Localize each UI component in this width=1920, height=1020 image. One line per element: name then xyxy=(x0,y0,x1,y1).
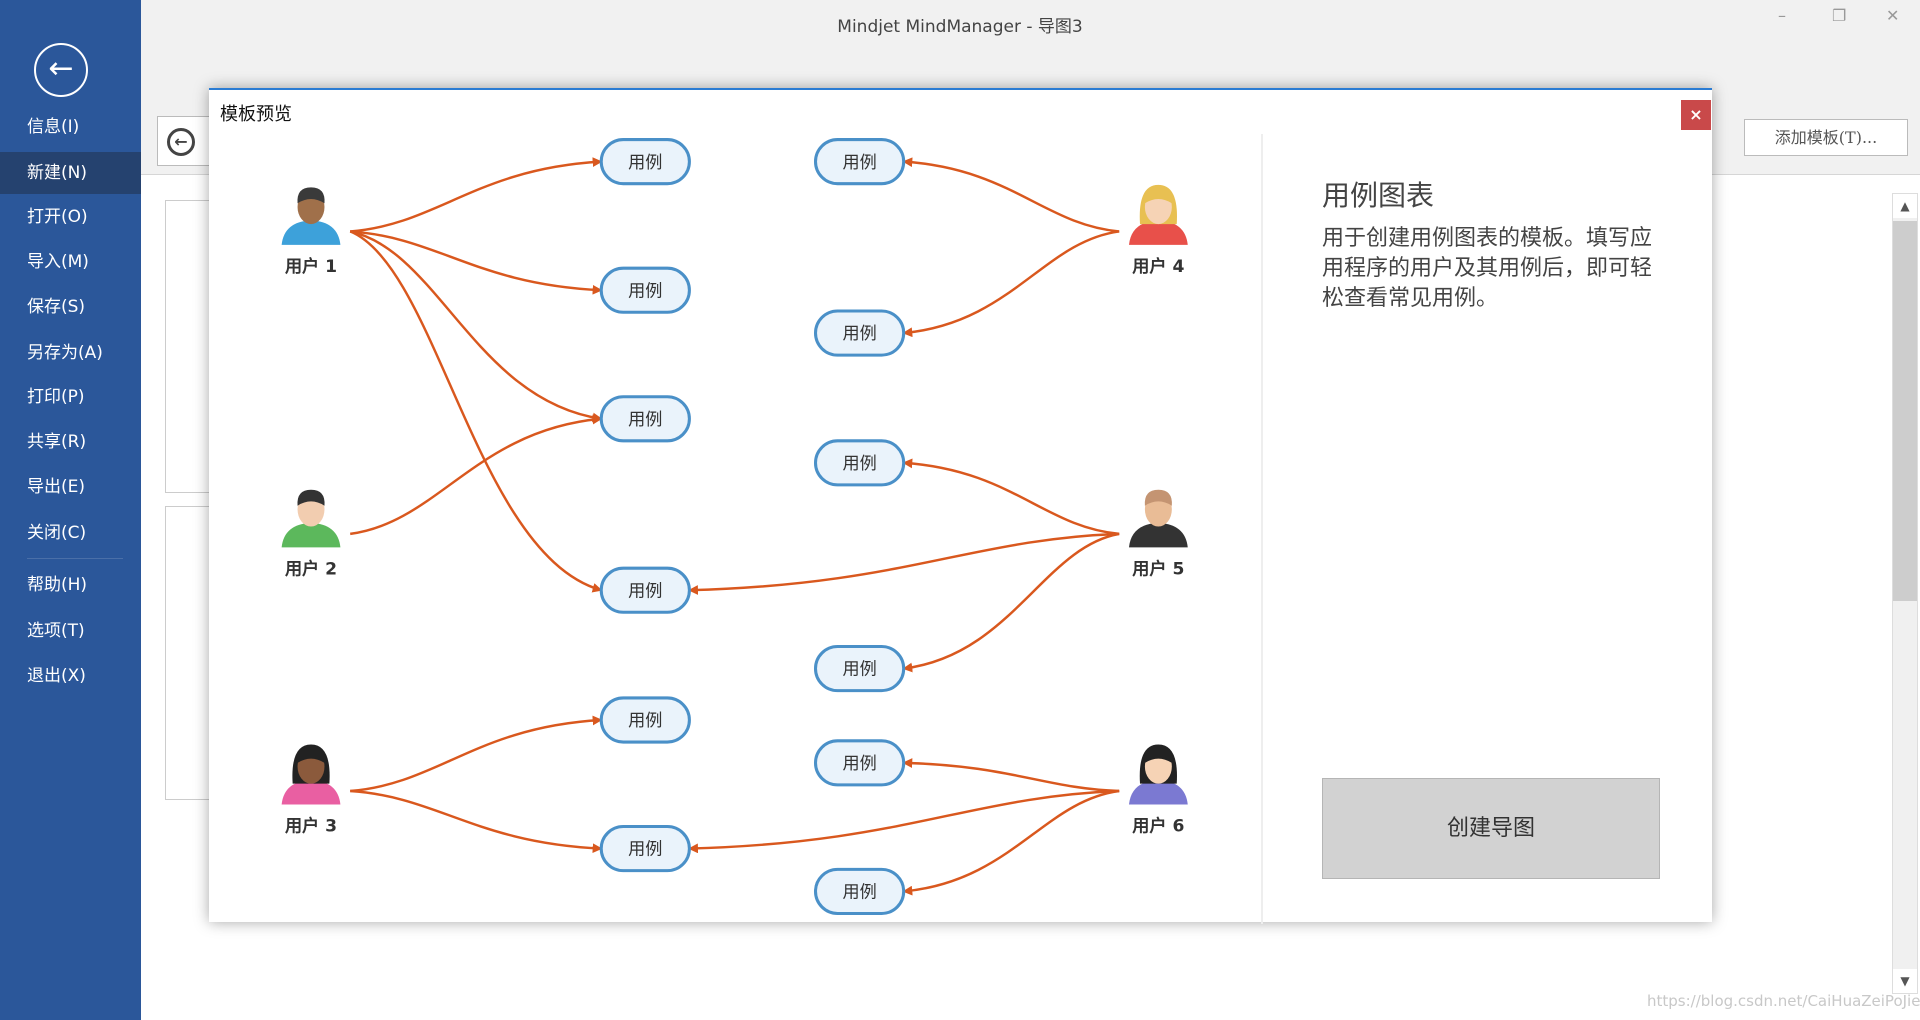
dialog-close-button[interactable]: × xyxy=(1681,100,1711,130)
use-case-node[interactable]: 用例 xyxy=(599,266,691,314)
use-case-node[interactable]: 用例 xyxy=(813,867,906,915)
use-case-node[interactable]: 用例 xyxy=(813,309,906,357)
window-title: Mindjet MindManager - 导图3 xyxy=(837,17,1083,37)
arrow-left-icon: ← xyxy=(167,128,195,156)
minimize-button[interactable]: – xyxy=(1778,6,1786,25)
use-case-node[interactable]: 用例 xyxy=(599,138,691,186)
use-case-label: 用例 xyxy=(628,840,662,860)
use-case-node[interactable]: 用例 xyxy=(599,566,691,614)
menu-item[interactable]: 导入(M) xyxy=(0,241,141,283)
use-case-node[interactable]: 用例 xyxy=(813,645,906,693)
use-case-label: 用例 xyxy=(628,711,662,731)
use-case-label: 用例 xyxy=(628,281,662,301)
back-button[interactable]: ← xyxy=(34,43,88,97)
scroll-up-icon[interactable]: ▲ xyxy=(1893,194,1917,218)
divider xyxy=(1261,134,1263,924)
use-case-label: 用例 xyxy=(842,153,876,173)
menu-item[interactable]: 信息(I) xyxy=(0,106,141,148)
menu-item[interactable]: 打开(O) xyxy=(0,196,141,238)
user-label: 用户 4 xyxy=(1132,256,1184,277)
close-window-button[interactable]: ✕ xyxy=(1886,6,1899,25)
menu-item[interactable]: 共享(R) xyxy=(0,421,141,463)
menu-item[interactable]: 保存(S) xyxy=(0,286,141,328)
restore-button[interactable]: ❐ xyxy=(1832,6,1846,25)
scroll-down-icon[interactable]: ▼ xyxy=(1893,969,1917,993)
template-preview-dialog: 模板预览 × 用例图表 用于创建用例图表的模板。填写应用程序的用户及其用例后，即… xyxy=(209,88,1712,924)
scrollbar[interactable]: ▲ ▼ xyxy=(1892,193,1918,994)
menu-item[interactable]: 帮助(H) xyxy=(0,564,141,606)
template-back-button[interactable]: ← xyxy=(157,116,217,166)
menu-item[interactable]: 选项(T) xyxy=(0,610,141,652)
use-case-node[interactable]: 用例 xyxy=(813,439,906,487)
scrollbar-thumb[interactable] xyxy=(1893,221,1917,601)
sidebar: ← 信息(I) 新建(N) 打开(O) 导入(M) 保存(S) 另存为(A) 打印(P) 共享… xyxy=(0,0,141,1020)
template-name: 用例图表 xyxy=(1322,179,1435,212)
user-label: 用户 5 xyxy=(1132,558,1184,579)
template-description: 用于创建用例图表的模板。填写应用程序的用户及其用例后，即可轻松查看常见用例。 xyxy=(1322,226,1653,311)
menu-item[interactable]: 退出(X) xyxy=(0,655,141,697)
user-label: 用户 6 xyxy=(1132,815,1184,836)
user-label: 用户 2 xyxy=(285,558,337,579)
use-case-label: 用例 xyxy=(628,410,662,430)
menu-item[interactable]: 关闭(C) xyxy=(0,512,141,554)
use-case-node[interactable]: 用例 xyxy=(813,138,906,186)
watermark: https://blog.csdn.net/CaiHuaZeiPoJie xyxy=(1647,992,1920,1010)
use-case-label: 用例 xyxy=(842,454,876,474)
use-case-label: 用例 xyxy=(842,754,876,774)
use-case-node[interactable]: 用例 xyxy=(599,825,691,873)
menu-item[interactable]: 新建(N) xyxy=(0,152,141,194)
use-case-label: 用例 xyxy=(628,581,662,601)
arrow-left-icon: ← xyxy=(48,51,74,86)
use-case-label: 用例 xyxy=(628,153,662,173)
menu-item[interactable]: 导出(E) xyxy=(0,466,141,508)
menu-item[interactable]: 另存为(A) xyxy=(0,332,141,374)
use-case-node[interactable]: 用例 xyxy=(599,696,691,744)
use-case-node[interactable]: 用例 xyxy=(599,395,691,443)
use-case-label: 用例 xyxy=(842,883,876,903)
add-template-button[interactable]: 添加模板(T)... xyxy=(1744,119,1908,156)
use-case-node[interactable]: 用例 xyxy=(813,739,906,787)
dialog-title: 模板预览 xyxy=(220,104,292,125)
menu-divider xyxy=(27,558,123,559)
user-label: 用户 3 xyxy=(285,815,337,836)
menu-item[interactable]: 打印(P) xyxy=(0,376,141,418)
user-label: 用户 1 xyxy=(285,256,337,277)
use-case-label: 用例 xyxy=(842,324,876,344)
create-map-button[interactable]: 创建导图 xyxy=(1322,778,1660,879)
use-case-label: 用例 xyxy=(842,660,876,680)
